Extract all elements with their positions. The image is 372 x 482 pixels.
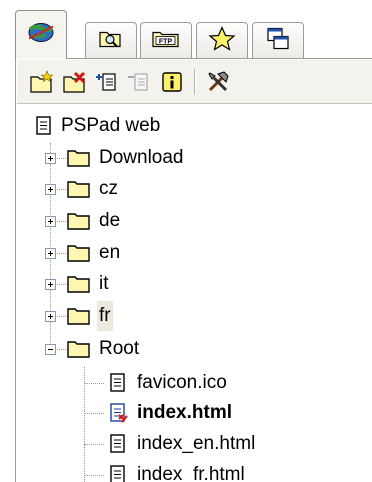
tree-folder-label: it bbox=[99, 273, 109, 294]
delete-folder-icon bbox=[62, 71, 90, 100]
remove-file-icon bbox=[125, 73, 153, 100]
expand-toggle[interactable] bbox=[45, 311, 56, 322]
folder-search-icon bbox=[98, 27, 124, 54]
tree-folder-node[interactable]: it bbox=[17, 269, 372, 299]
tree-folder-node-expanded[interactable]: Root bbox=[17, 334, 372, 364]
tree-folder-label: Download bbox=[99, 147, 184, 168]
tab-open-files[interactable] bbox=[252, 22, 304, 58]
tree-folder-label: en bbox=[99, 242, 121, 263]
expand-toggle[interactable] bbox=[45, 248, 56, 259]
toolbar-separator bbox=[194, 69, 196, 95]
project-toolbar bbox=[17, 60, 372, 104]
globe-icon bbox=[26, 19, 56, 52]
tab-ftp[interactable]: FTP bbox=[140, 22, 192, 58]
tree-folder-label: cz bbox=[99, 178, 118, 199]
tree-folder-label: Root bbox=[99, 338, 140, 359]
info-icon bbox=[158, 72, 186, 100]
tree-file-node[interactable]: index_en.html bbox=[17, 429, 372, 459]
tree-file-label: index_en.html bbox=[137, 433, 256, 454]
tab-favorites[interactable] bbox=[196, 22, 248, 58]
project-panel: FTP PSPad web Download cz de en it fr Ro… bbox=[0, 0, 372, 482]
collapse-toggle[interactable] bbox=[45, 344, 56, 355]
tree-file-label: index_fr.html bbox=[137, 464, 245, 482]
remove-file-button[interactable] bbox=[125, 68, 153, 96]
tree-file-label: index.html bbox=[137, 402, 233, 423]
tree-folder-node[interactable]: de bbox=[17, 206, 372, 236]
new-folder-icon bbox=[29, 70, 57, 100]
tree-file-label: favicon.ico bbox=[137, 372, 227, 393]
delete-folder-button[interactable] bbox=[62, 68, 90, 96]
tree-file-node-active[interactable]: index.html bbox=[17, 398, 372, 428]
windows-icon bbox=[265, 25, 291, 56]
folder-icon bbox=[67, 274, 91, 304]
project-file-icon bbox=[35, 116, 53, 146]
new-folder-button[interactable] bbox=[29, 68, 57, 96]
add-file-button[interactable] bbox=[93, 68, 121, 96]
tree-root-node[interactable]: PSPad web bbox=[17, 111, 372, 141]
file-icon bbox=[109, 465, 127, 482]
tools-button[interactable] bbox=[204, 68, 232, 96]
tab-projects[interactable] bbox=[15, 10, 67, 59]
tab-explorer[interactable] bbox=[85, 22, 137, 58]
folder-icon bbox=[67, 339, 91, 369]
tree-folder-label: de bbox=[99, 210, 121, 231]
expand-toggle[interactable] bbox=[45, 184, 56, 195]
ftp-icon: FTP bbox=[151, 27, 181, 54]
folder-icon bbox=[67, 179, 91, 209]
tab-strip: FTP bbox=[0, 0, 372, 59]
expand-toggle[interactable] bbox=[45, 153, 56, 164]
folder-icon bbox=[67, 306, 91, 336]
ftp-label: FTP bbox=[159, 38, 173, 45]
tree-folder-node[interactable]: en bbox=[17, 238, 372, 268]
tree-folder-node[interactable]: fr bbox=[17, 301, 372, 331]
tree-file-node[interactable]: favicon.ico bbox=[17, 368, 372, 398]
tree-folder-node[interactable]: Download bbox=[17, 143, 372, 173]
expand-toggle[interactable] bbox=[45, 279, 56, 290]
tree-folder-node[interactable]: cz bbox=[17, 174, 372, 204]
folder-icon bbox=[67, 211, 91, 241]
project-tree: PSPad web Download cz de en it fr Root f… bbox=[17, 105, 372, 482]
tree-file-node[interactable]: index_fr.html bbox=[17, 460, 372, 482]
expand-toggle[interactable] bbox=[45, 216, 56, 227]
tools-icon bbox=[204, 71, 232, 100]
tree-folder-label: fr bbox=[97, 301, 113, 331]
info-button[interactable] bbox=[158, 68, 186, 96]
star-icon bbox=[208, 25, 236, 56]
add-file-icon bbox=[93, 73, 121, 100]
tree-root-label: PSPad web bbox=[61, 115, 161, 136]
